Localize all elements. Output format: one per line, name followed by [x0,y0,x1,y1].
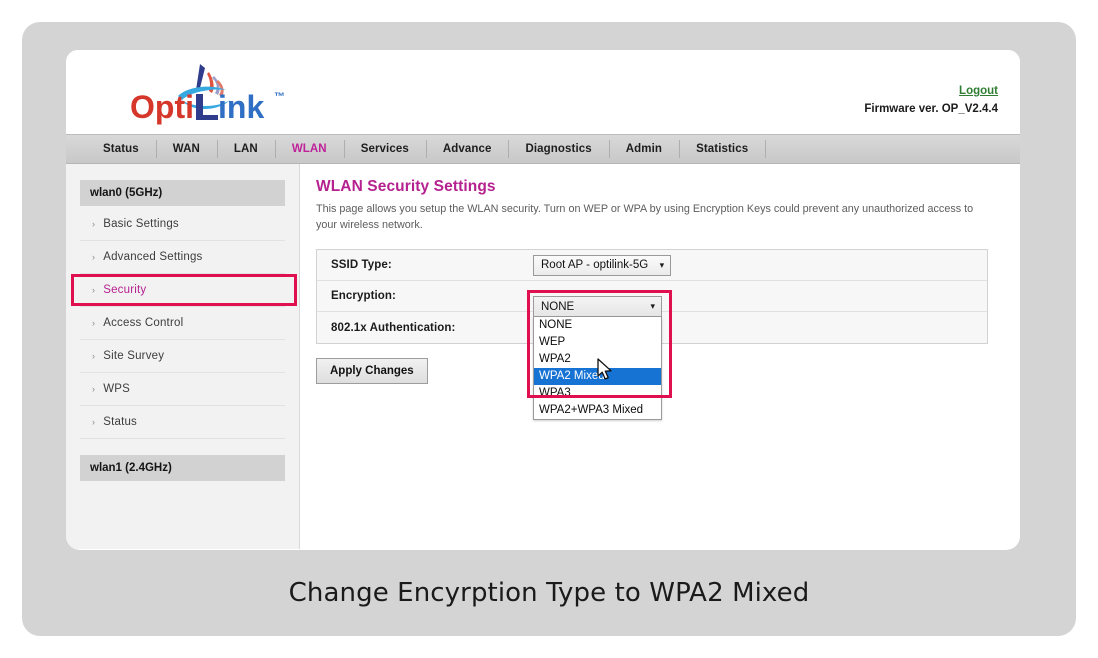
settings-table: SSID Type: Root AP - optilink-5G ▾ Encry… [316,249,988,421]
optilink-logo[interactable]: Opti ink ™ [126,60,296,128]
nav-tab-diagnostics[interactable]: Diagnostics [508,135,608,163]
sidebar-section-wlan0: wlan0 (5GHz) [80,180,285,206]
table-row-encryption: Encryption: NONE ▾ NONE WEP WPA2 WPA2 Mi… [317,281,987,421]
chevron-down-icon: ▾ [659,259,665,270]
main-navigation: Status WAN LAN WLAN Services Advance Dia… [66,134,1020,164]
dot1x-auth-label: 802.1x Authentication: [331,321,456,334]
dropdown-option-wpa3[interactable]: WPA3 [534,385,661,402]
dropdown-option-wpa2-mixed[interactable]: WPA2 Mixed [534,368,661,386]
sidebar-item-access-control[interactable]: › Access Control [80,307,285,340]
nav-tab-lan[interactable]: LAN [216,135,275,163]
sidebar: wlan0 (5GHz) › Basic Settings › Advanced… [66,164,300,549]
sidebar-item-label: Access Control [103,317,184,329]
chevron-right-icon: › [92,218,96,229]
nav-tab-advance[interactable]: Advance [425,135,509,163]
nav-tab-wlan[interactable]: WLAN [274,135,344,163]
chevron-right-icon: › [92,383,96,394]
encryption-dropdown-wrapper: NONE ▾ NONE WEP WPA2 WPA2 Mixed WPA3 WPA… [527,290,672,421]
caption-text: Change Encyrption Type to WPA2 Mixed [288,578,810,608]
ssid-type-select[interactable]: Root AP - optilink-5G ▾ [533,254,672,276]
panel-header: Opti ink ™ Logout Firmware ver. OP_V2.4.… [66,50,1020,134]
sidebar-item-label: Basic Settings [103,218,179,230]
encryption-value: NONE [541,300,575,313]
apply-changes-button[interactable]: Apply Changes [316,358,428,385]
dropdown-option-wpa2-wpa3-mixed[interactable]: WPA2+WPA3 Mixed [534,402,661,419]
svg-text:Opti: Opti [130,89,194,125]
sidebar-item-status[interactable]: › Status [80,406,285,439]
ssid-type-field: Root AP - optilink-5G ▾ [533,254,987,276]
dropdown-option-wpa2[interactable]: WPA2 [534,351,661,368]
encryption-dropdown-list[interactable]: NONE WEP WPA2 WPA2 Mixed WPA3 WPA2+WPA3 … [533,317,662,421]
nav-tab-wan[interactable]: WAN [155,135,217,163]
sidebar-item-label: Site Survey [103,350,165,362]
nav-tab-admin[interactable]: Admin [608,135,679,163]
logout-link[interactable]: Logout [959,83,998,100]
chevron-right-icon: › [92,416,96,427]
optilink-logo-icon: Opti ink ™ [130,64,285,125]
encryption-label: Encryption: [331,290,396,303]
sidebar-item-label: Advanced Settings [103,251,203,263]
nav-filler [765,135,1020,163]
sidebar-item-label: WPS [103,383,130,395]
dropdown-option-wep[interactable]: WEP [534,334,661,351]
chevron-right-icon: › [92,350,96,361]
sidebar-item-site-survey[interactable]: › Site Survey [80,340,285,373]
svg-text:™: ™ [274,91,285,103]
nav-tab-services[interactable]: Services [343,135,426,163]
chevron-right-icon: › [92,251,96,262]
outer-card: Opti ink ™ Logout Firmware ver. OP_V2.4.… [22,22,1076,636]
page-title: WLAN Security Settings [316,178,496,195]
nav-tab-status[interactable]: Status [86,135,156,163]
router-admin-panel: Opti ink ™ Logout Firmware ver. OP_V2.4.… [66,50,1020,550]
chevron-right-icon: › [92,284,96,295]
sidebar-item-label: Status [103,416,138,428]
dropdown-option-none[interactable]: NONE [534,317,661,334]
chevron-down-icon: ▾ [650,301,655,312]
firmware-version-text: Firmware ver. OP_V2.4.4 [864,103,998,116]
sidebar-section-wlan1: wlan1 (2.4GHz) [80,455,285,481]
encryption-select[interactable]: NONE ▾ [533,296,662,318]
ssid-type-value: Root AP - optilink-5G [541,259,649,272]
sidebar-item-wps[interactable]: › WPS [80,373,285,406]
table-row-ssid-type: SSID Type: Root AP - optilink-5G ▾ [317,250,987,282]
svg-text:ink: ink [218,89,264,125]
sidebar-item-security[interactable]: › Security [71,274,297,307]
main-content: WLAN Security Settings This page allows … [300,164,1020,549]
sidebar-item-label: Security [103,284,147,296]
nav-tab-statistics[interactable]: Statistics [679,135,765,163]
ssid-type-label: SSID Type: [331,259,392,272]
chevron-right-icon: › [92,317,96,328]
sidebar-item-basic-settings[interactable]: › Basic Settings [80,208,285,241]
panel-body: wlan0 (5GHz) › Basic Settings › Advanced… [66,164,1020,549]
page-description: This page allows you setup the WLAN secu… [316,203,974,232]
header-right-block: Logout Firmware ver. OP_V2.4.4 [864,78,998,118]
sidebar-item-advanced-settings[interactable]: › Advanced Settings [80,241,285,274]
